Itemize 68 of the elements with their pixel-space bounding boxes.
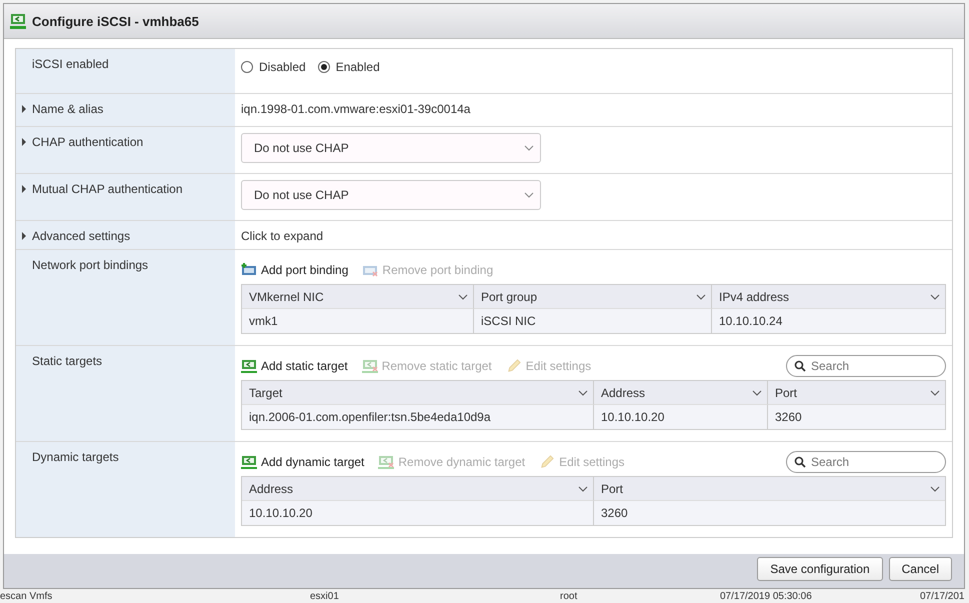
chevron-down-icon: [930, 390, 940, 396]
field-label: Static targets: [32, 354, 102, 368]
storage-target-add-icon: [241, 359, 257, 373]
background-table-cell: 07/17/201: [920, 590, 964, 602]
table-cell: 3260: [594, 501, 945, 525]
window-title: Configure iSCSI - vmhba65: [32, 14, 199, 28]
chevron-down-icon: [578, 390, 588, 396]
search-icon: [794, 360, 806, 372]
table-cell: iqn.2006-01.com.openfiler:tsn.5be4eda10d9a: [242, 405, 594, 429]
toolbar-button[interactable]: Add port binding: [241, 263, 348, 277]
chevron-down-icon: [752, 390, 762, 396]
column-header[interactable]: Port: [768, 381, 945, 405]
field-label: Mutual CHAP authentication: [32, 182, 183, 196]
chevron-down-icon: [524, 145, 534, 151]
column-header[interactable]: IPv4 address: [712, 285, 945, 309]
background-table-cell-text: root: [560, 590, 578, 602]
background-table-cell-text: 07/17/2019 05:30:06: [720, 590, 813, 602]
table-cell: 10.10.10.24: [712, 309, 945, 333]
column-header[interactable]: Port group: [474, 285, 712, 309]
network-card-add-icon: [241, 263, 257, 277]
column-header[interactable]: VMkernel NIC: [242, 285, 474, 309]
chevron-down-icon: [930, 294, 940, 300]
column-header[interactable]: Address: [242, 477, 594, 501]
table-cell: 10.10.10.20: [242, 501, 594, 525]
chevron-down-icon: [578, 486, 588, 492]
field-label: iSCSI enabled: [32, 57, 109, 71]
field-label: Advanced settings: [32, 229, 130, 243]
pencil-icon: [506, 359, 522, 373]
table-cell: 3260: [768, 405, 945, 429]
expand-arrow-icon[interactable]: [21, 138, 27, 146]
pencil-icon: [539, 455, 556, 469]
table-cell: iSCSI NIC: [474, 309, 712, 333]
field-value: Click to expand: [241, 228, 324, 243]
column-header[interactable]: Address: [594, 381, 768, 405]
toolbar-button[interactable]: Add static target: [241, 359, 348, 373]
chevron-down-icon: [696, 294, 706, 300]
radio-button[interactable]: Disabled: [241, 60, 306, 74]
background-table-cell-text: escan Vmfs: [0, 590, 54, 602]
storage-target-add-icon: [241, 455, 257, 469]
field-label: Network port bindings: [32, 258, 148, 272]
expand-arrow-icon[interactable]: [21, 232, 27, 240]
dialog-button[interactable]: Save configuration: [757, 557, 883, 581]
search-icon: [794, 456, 806, 468]
field-label: Name & alias: [32, 102, 104, 116]
column-header[interactable]: Target: [242, 381, 594, 405]
background-table-cell-text: esxi01: [309, 590, 340, 602]
radio-button[interactable]: Enabled: [318, 60, 380, 74]
column-header[interactable]: Port: [594, 477, 945, 501]
dropdown[interactable]: Do not use CHAP: [241, 133, 541, 163]
network-card-remove-icon: [362, 263, 378, 277]
field-label: CHAP authentication: [32, 135, 144, 149]
storage-adapter-icon: [10, 13, 26, 29]
dropdown[interactable]: Do not use CHAP: [241, 180, 541, 210]
chevron-down-icon: [524, 192, 534, 198]
expand-arrow-icon[interactable]: [21, 185, 27, 193]
field-value: iqn.1998-01.com.vmware:esxi01-39c0014a: [241, 101, 470, 116]
table-cell: vmk1: [242, 309, 474, 333]
storage-target-remove-icon: [362, 359, 378, 373]
search-field[interactable]: Search: [786, 451, 946, 473]
table-cell: 10.10.10.20: [594, 405, 768, 429]
storage-target-remove-icon: [378, 455, 394, 469]
chevron-down-icon: [930, 486, 940, 492]
search-field[interactable]: Search: [786, 355, 946, 377]
toolbar-button[interactable]: Add dynamic target: [241, 455, 364, 469]
expand-arrow-icon[interactable]: [21, 105, 27, 113]
dialog-button[interactable]: Cancel: [888, 557, 952, 581]
chevron-down-icon: [458, 294, 468, 300]
field-label: Dynamic targets: [32, 450, 119, 464]
